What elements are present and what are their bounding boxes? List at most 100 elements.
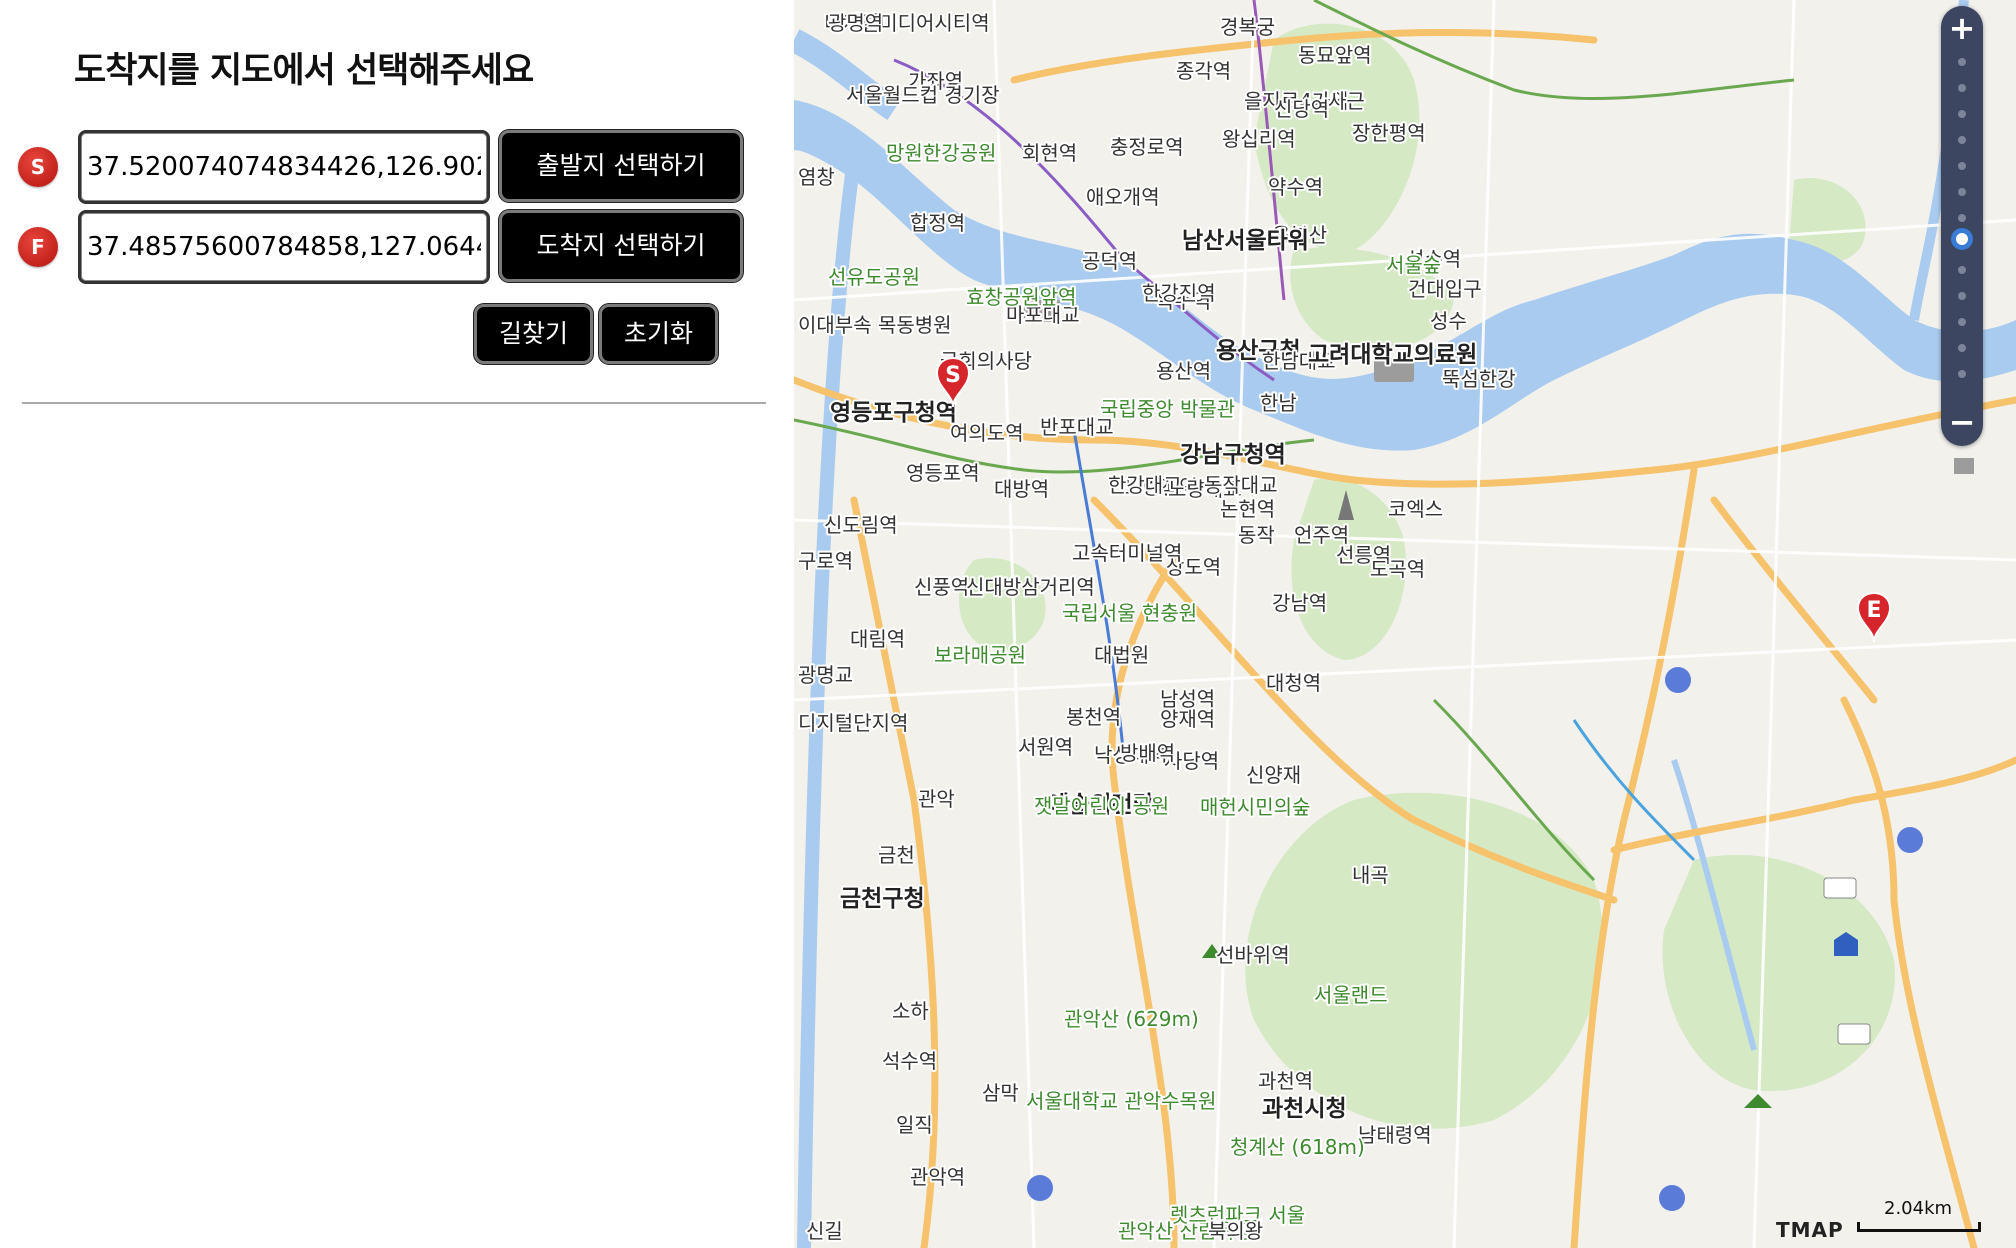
find-route-button[interactable]: 길찾기: [474, 304, 593, 364]
map-place-label: 과천시청: [1262, 1096, 1347, 1122]
map-place-label: 관악: [918, 787, 955, 811]
map-place-label: 청계산 (618m): [1230, 1135, 1365, 1159]
map-place-label: 남태령역: [1358, 1123, 1432, 1147]
end-location-marker[interactable]: E: [1856, 592, 1892, 643]
map-place-label: 양재역: [1160, 707, 1215, 731]
map-place-label: 신대방삼거리역: [966, 575, 1095, 599]
map-place-label: 왕십리역: [1222, 127, 1296, 151]
map-place-label: 여의도역: [950, 421, 1024, 445]
select-start-button[interactable]: 출발지 선택하기: [499, 130, 743, 202]
map-place-label: 망원한강공원: [886, 141, 996, 165]
map-place-label: 과천역: [1258, 1069, 1313, 1093]
end-marker-label: E: [1866, 598, 1881, 623]
map-place-label: 영등포구청역: [830, 400, 957, 426]
map-place-label: 장한평역: [1352, 121, 1426, 145]
map-place-label: 서울랜드: [1314, 983, 1388, 1007]
map-place-label: 성수: [1430, 309, 1467, 333]
zoom-level-dot[interactable]: [1958, 214, 1966, 222]
map-place-label: 보라매공원: [934, 643, 1026, 667]
map-place-label: 대림역: [850, 627, 905, 651]
map-place-label: 매헌시민의숲: [1200, 795, 1310, 819]
map-place-label: 금천: [878, 843, 915, 867]
map-place-label: 약수역: [1268, 175, 1323, 199]
map-place-label: 선유도공원: [828, 265, 920, 289]
map-place-label: 동묘앞역: [1298, 43, 1372, 67]
zoom-level-dot[interactable]: [1958, 188, 1966, 196]
start-marker-icon: S: [18, 147, 58, 187]
map-place-label: 고려대학교의료원: [1308, 342, 1477, 368]
reset-button[interactable]: 초기화: [599, 304, 718, 364]
zoom-level-dot[interactable]: [1958, 318, 1966, 326]
map-place-label: 고속터미널역: [1072, 541, 1182, 565]
map-place-label: 삼막: [982, 1081, 1019, 1105]
zoom-level-dot[interactable]: [1958, 136, 1966, 144]
map-place-label: 신풍역: [914, 575, 969, 599]
zoom-level-dot[interactable]: [1958, 266, 1966, 274]
map-place-label: 도곡역: [1370, 557, 1425, 581]
map-place-label: 영등포역: [906, 461, 980, 485]
map-place-label: 봉천역: [1066, 705, 1121, 729]
map-place-label: 코엑스: [1388, 497, 1443, 521]
map-place-label: 논현역: [1220, 497, 1275, 521]
map-place-label: 애오개역: [1086, 185, 1160, 209]
zoom-out-button[interactable]: −: [1941, 402, 1983, 444]
map-scale-label: 2.04km: [1884, 1198, 1953, 1219]
map-place-label: 뚝섬한강: [1442, 367, 1516, 391]
zoom-level-dot[interactable]: [1958, 370, 1966, 378]
map-place-label: 관악역: [910, 1165, 965, 1189]
map-place-label: 소하: [892, 999, 929, 1023]
map-place-label: 잿말어린이 공원: [1034, 794, 1169, 818]
start-row: S 출발지 선택하기: [16, 130, 756, 204]
divider: [22, 402, 766, 404]
map-place-label: 대법원: [1094, 643, 1149, 667]
zoom-level-dot[interactable]: [1958, 344, 1966, 352]
start-marker-label: S: [945, 363, 961, 388]
tmap-logo: TMAP: [1776, 1218, 1844, 1242]
map-place-label: 공덕역: [1082, 249, 1137, 273]
app: 도착지를 지도에서 선택해주세요 S 출발지 선택하기 F 도착지 선택하기 길…: [0, 0, 2016, 1248]
map-place-label: 북의왕: [1208, 1219, 1263, 1243]
map-place-label: 광명교: [798, 663, 853, 687]
zoom-level-dot[interactable]: [1958, 84, 1966, 92]
finish-row: F 도착지 선택하기: [16, 210, 756, 284]
map-place-label: 반포대교: [1040, 415, 1114, 439]
map-place-label: 선바위역: [1216, 943, 1290, 967]
map-canvas[interactable]: 디지털미디어시티역 가좌역 서울월드컵 경기장 망원한강공원 염창 합정역 선유도공원 국회의…: [794, 0, 2016, 1248]
map-place-label: 석수역: [882, 1049, 937, 1073]
map-place-label: 회현역: [1022, 141, 1077, 165]
map-place-label: 사근: [1328, 89, 1365, 113]
map-place-label: 강남역: [1272, 591, 1327, 615]
zoom-level-dot[interactable]: [1958, 292, 1966, 300]
zoom-level-dot[interactable]: [1958, 162, 1966, 170]
map-place-label: 구로역: [798, 549, 853, 573]
map-place-label: 용산역: [1156, 359, 1211, 383]
map-place-label: 효창공원앞역: [966, 285, 1076, 309]
zoom-level-dot[interactable]: [1958, 58, 1966, 66]
select-finish-button[interactable]: 도착지 선택하기: [499, 210, 743, 282]
map-place-label: 서원역: [1018, 735, 1073, 759]
start-coordinate-input[interactable]: [78, 130, 490, 204]
zoom-in-button[interactable]: +: [1941, 8, 1983, 50]
map-scale-bar: [1857, 1222, 1981, 1232]
map-place-label: 대방역: [994, 477, 1049, 501]
finish-coordinate-input[interactable]: [78, 210, 490, 284]
map-place-label: 한강진역: [1142, 281, 1216, 305]
map-place-label: 합정역: [910, 211, 965, 235]
map-place-label: 신당역: [1274, 97, 1329, 121]
zoom-level-dot[interactable]: [1958, 110, 1966, 118]
map-place-label: 국립중앙 박물관: [1100, 397, 1235, 421]
map-place-label: 디지털단지역: [798, 711, 908, 735]
map-place-label: 신길: [806, 1219, 843, 1243]
map-place-label: 언주역: [1294, 523, 1349, 547]
map-place-label: 서울월드컵 경기장: [846, 83, 1000, 107]
map-place-label: 이대부속 목동병원: [798, 313, 952, 337]
map-place-label: 방배역: [1120, 741, 1175, 765]
map-place-label: 대청역: [1266, 671, 1321, 695]
map-place-label: 종각역: [1176, 59, 1231, 83]
map-place-label: 서울대학교 관악수목원: [1026, 1089, 1216, 1113]
map-place-label: 충정로역: [1110, 135, 1184, 159]
map-place-label: 한남: [1260, 391, 1297, 415]
zoom-slider-handle[interactable]: [1951, 228, 1973, 250]
map-place-label: 관악산 (629m): [1064, 1007, 1199, 1031]
page-title: 도착지를 지도에서 선택해주세요: [74, 51, 534, 91]
